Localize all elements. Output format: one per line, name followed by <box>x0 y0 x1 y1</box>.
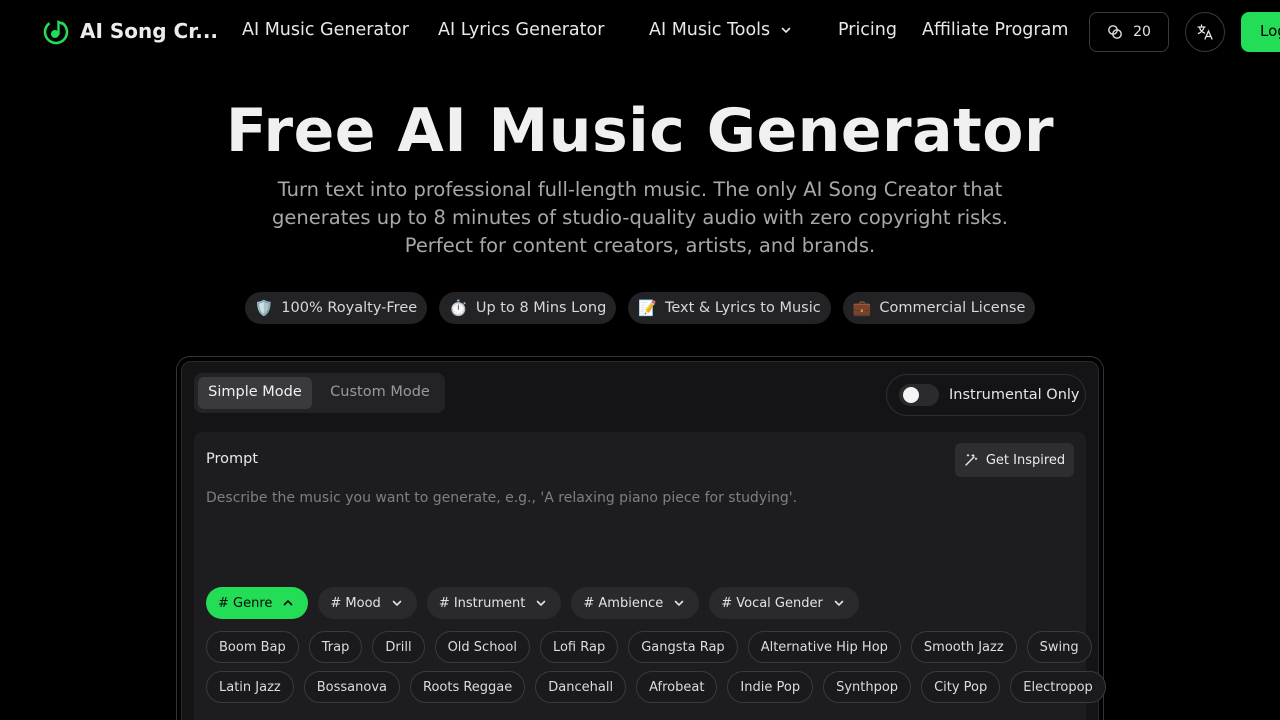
category-label: # Ambience <box>583 595 664 611</box>
category-instrument[interactable]: # Instrument <box>426 587 562 619</box>
chevron-down-icon <box>392 600 402 607</box>
instrumental-toggle[interactable]: Instrumental Only <box>886 374 1086 416</box>
translate-icon <box>1197 24 1213 40</box>
briefcase-icon: 💼 <box>852 299 872 317</box>
badge-label: Up to 8 Mins Long <box>475 300 607 316</box>
memo-icon: 📝 <box>638 299 657 317</box>
category-label: # Vocal Gender <box>721 595 823 611</box>
get-inspired-button[interactable]: Get Inspired <box>955 443 1074 477</box>
nav-link-pricing[interactable]: Pricing <box>838 20 897 40</box>
tag-chip[interactable]: City Pop <box>921 671 1001 703</box>
tag-row-2: Latin Jazz Bossanova Roots Reggae Danceh… <box>206 671 1106 703</box>
nav-link-ai-lyrics-generator[interactable]: AI Lyrics Generator <box>438 20 604 40</box>
coins-icon <box>1108 25 1122 39</box>
badge-royalty-free: 🛡️ 100% Royalty-Free <box>244 292 428 324</box>
category-genre[interactable]: # Genre <box>206 587 309 619</box>
category-label: # Genre <box>218 595 273 611</box>
nav-dropdown-ai-music-tools[interactable]: AI Music Tools <box>649 20 792 40</box>
magic-wand-icon <box>965 454 978 466</box>
category-ambience[interactable]: # Ambience <box>571 587 700 619</box>
feature-badges: 🛡️ 100% Royalty-Free ⏱️ Up to 8 Mins Lon… <box>0 292 1280 324</box>
tag-chip[interactable]: Lofi Rap <box>539 631 619 663</box>
chevron-down-icon <box>781 27 791 34</box>
page-title: Free AI Music Generator <box>225 96 1055 166</box>
chevron-down-icon <box>537 600 546 607</box>
hero-subtitle: Turn text into professional full-length … <box>272 178 1008 257</box>
prompt-label: Prompt <box>206 451 259 467</box>
badge-label: 100% Royalty-Free <box>281 300 418 316</box>
nav-dropdown-label: AI Music Tools <box>649 20 771 40</box>
tag-chip[interactable]: Gangsta Rap <box>628 631 738 663</box>
logo[interactable]: AI Song Cr... <box>42 17 218 45</box>
tab-custom-mode[interactable]: Custom Mode <box>320 377 440 409</box>
get-inspired-label: Get Inspired <box>985 452 1066 468</box>
shield-icon: 🛡️ <box>254 299 274 317</box>
toggle-switch[interactable] <box>899 384 939 406</box>
badge-text-lyrics: 📝 Text & Lyrics to Music <box>628 292 831 324</box>
category-label: # Instrument <box>438 595 526 611</box>
credits-count: 20 <box>1133 24 1151 40</box>
tag-row-1: Boom Bap Trap Drill Old School Lofi Rap … <box>206 631 1092 663</box>
logo-text: AI Song Cr... <box>80 19 219 43</box>
chevron-up-icon <box>284 599 293 606</box>
instrumental-label: Instrumental Only <box>949 387 1080 403</box>
tag-chip[interactable]: Alternative Hip Hop <box>747 631 901 663</box>
badge-label: Commercial License <box>879 300 1026 316</box>
tag-chip[interactable]: Drill <box>372 631 425 663</box>
tag-chip[interactable]: Bossanova <box>303 671 400 703</box>
nav-link-affiliate-program[interactable]: Affiliate Program <box>922 20 1068 40</box>
tab-simple-mode[interactable]: Simple Mode <box>198 377 312 409</box>
credits-button[interactable]: 20 <box>1089 12 1169 52</box>
category-vocal-gender[interactable]: # Vocal Gender <box>709 587 859 619</box>
badge-label: Text & Lyrics to Music <box>664 300 821 316</box>
music-note-circle-icon <box>43 19 69 45</box>
tag-chip[interactable]: Smooth Jazz <box>910 631 1017 663</box>
tag-chip[interactable]: Synthpop <box>823 671 912 703</box>
badge-length: ⏱️ Up to 8 Mins Long <box>439 292 617 324</box>
tag-chip[interactable]: Trap <box>308 631 363 663</box>
tag-chip[interactable]: Latin Jazz <box>206 671 294 703</box>
chevron-down-icon <box>674 600 684 607</box>
prompt-input[interactable] <box>206 490 1066 570</box>
category-label: # Mood <box>330 595 381 611</box>
badge-commercial: 💼 Commercial License <box>842 292 1036 324</box>
category-mood[interactable]: # Mood <box>318 587 417 619</box>
tag-chip[interactable]: Dancehall <box>535 671 627 703</box>
chevron-down-icon <box>834 600 844 607</box>
tag-chip[interactable]: Indie Pop <box>727 671 814 703</box>
toggle-knob <box>903 387 919 403</box>
tag-chip[interactable]: Electropop <box>1010 671 1106 703</box>
nav-link-ai-music-generator[interactable]: AI Music Generator <box>242 20 409 40</box>
tag-chip[interactable]: Old School <box>434 631 530 663</box>
top-nav: AI Song Cr... AI Music Generator AI Lyri… <box>0 0 1280 64</box>
stopwatch-icon: ⏱️ <box>449 299 468 317</box>
login-button[interactable]: Log <box>1241 12 1280 52</box>
tag-chip[interactable]: Swing <box>1026 631 1092 663</box>
tag-chip[interactable]: Boom Bap <box>206 631 299 663</box>
tag-chip[interactable]: Afrobeat <box>636 671 718 703</box>
tag-chip[interactable]: Roots Reggae <box>410 671 526 703</box>
mode-tabs: Simple Mode Custom Mode <box>194 373 445 413</box>
language-button[interactable] <box>1185 12 1225 52</box>
category-row: # Genre # Mood # Instrument # Ambience #… <box>206 587 859 619</box>
